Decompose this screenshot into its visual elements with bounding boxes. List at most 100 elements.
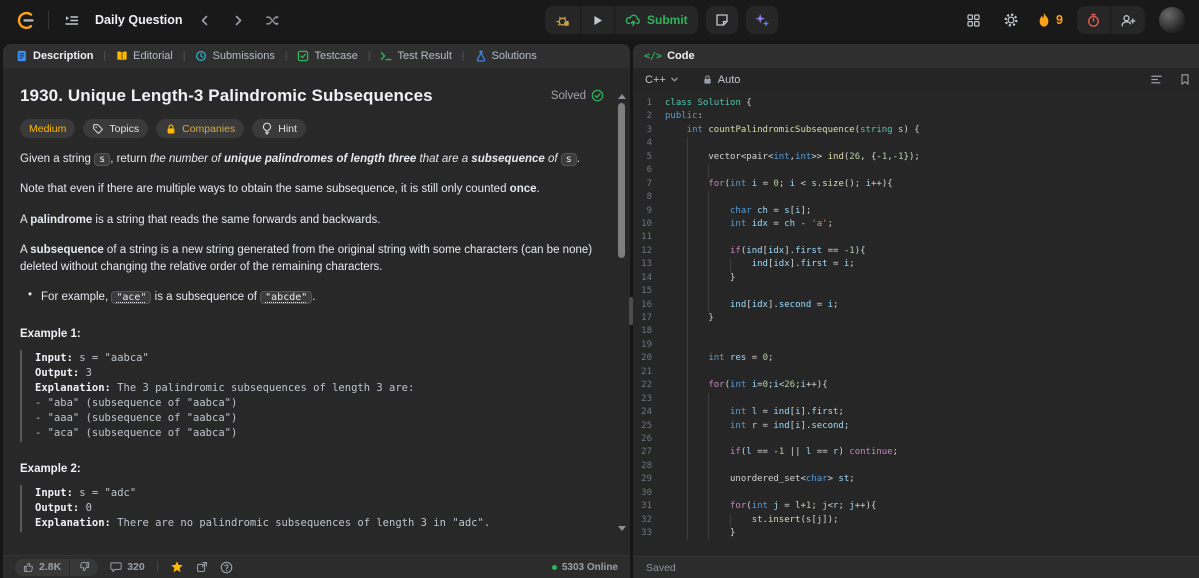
streak-count: 9 <box>1056 13 1063 27</box>
code-line[interactable]: 8 <box>633 191 1199 204</box>
code-line[interactable]: 24 int l = ind[i].first; <box>633 406 1199 419</box>
line-number: 14 <box>641 272 652 283</box>
code-line[interactable]: 22 for(int i=0;i<26;i++){ <box>633 379 1199 392</box>
description-scrollbar[interactable] <box>617 94 627 531</box>
bookmark-icon[interactable] <box>1173 68 1197 92</box>
tab-test-result[interactable]: Test Result <box>377 50 454 62</box>
invite-user-button[interactable] <box>1111 6 1145 34</box>
example-label: Example 2: <box>20 462 81 475</box>
ai-sparkles-button[interactable] <box>745 6 778 34</box>
next-question-button[interactable] <box>227 8 251 32</box>
run-button[interactable] <box>581 6 615 34</box>
debug-button[interactable] <box>545 6 581 34</box>
example-block: Input: s = "aabca" Output: 3 Explanation: … <box>20 349 604 442</box>
code-header-label: Code <box>667 50 695 62</box>
panel-resize-handle[interactable] <box>629 297 633 325</box>
code-line[interactable]: 23 <box>633 393 1199 406</box>
code-line[interactable]: 4 <box>633 137 1199 150</box>
line-number: 6 <box>646 165 652 176</box>
topics-badge[interactable]: Topics <box>83 119 149 138</box>
code-line[interactable]: 21 <box>633 366 1199 379</box>
code-line[interactable]: 1 class Solution { <box>633 97 1199 110</box>
help-button[interactable] <box>220 561 233 574</box>
code-line[interactable]: 14 } <box>633 272 1199 285</box>
line-number: 21 <box>641 366 652 377</box>
code-line[interactable]: 32 st.insert(s[j]); <box>633 514 1199 527</box>
scrollbar-thumb[interactable] <box>618 103 625 258</box>
shuffle-icon[interactable] <box>261 8 285 32</box>
submit-button[interactable]: Submit <box>615 6 698 34</box>
code-line[interactable]: 17 } <box>633 312 1199 325</box>
code-line[interactable]: 11 <box>633 231 1199 244</box>
prev-question-button[interactable] <box>193 8 217 32</box>
auto-toggle[interactable]: Auto <box>702 74 740 86</box>
leetcode-logo[interactable] <box>14 8 38 32</box>
description-paragraph: A subsequence of a string is a new strin… <box>20 243 593 273</box>
code-line[interactable]: 33 } <box>633 527 1199 540</box>
comments-button[interactable]: 320 <box>110 561 145 573</box>
layout-grid-icon[interactable] <box>961 8 985 32</box>
code-line[interactable]: 5 vector<pair<int,int>> ind(26, {-1,-1})… <box>633 151 1199 164</box>
divider <box>48 11 49 29</box>
code-line[interactable]: 2 public: <box>633 110 1199 123</box>
line-number: 31 <box>641 501 652 512</box>
tab-description[interactable]: Description <box>13 50 97 62</box>
tab-label: Test Result <box>397 50 452 62</box>
code-line[interactable]: 12 if(ind[idx].first == -1){ <box>633 245 1199 258</box>
code-editor[interactable]: 1 class Solution {2 public: 3 int countPali… <box>633 91 1199 556</box>
code-line[interactable]: 27 if(l == -1 || l == r) continue; <box>633 446 1199 459</box>
code-line[interactable]: 3 int countPalindromicSubsequence(string… <box>633 124 1199 137</box>
daily-streak[interactable]: 9 <box>1037 12 1063 28</box>
code-line[interactable]: 18 <box>633 325 1199 338</box>
hint-badge[interactable]: Hint <box>252 119 306 138</box>
scroll-down-arrow[interactable] <box>618 526 626 531</box>
code-line[interactable]: 13 ind[idx].first = i; <box>633 258 1199 271</box>
tab-solutions[interactable]: Solutions <box>472 50 540 62</box>
code-line[interactable]: 9 char ch = s[i]; <box>633 205 1199 218</box>
lightbulb-icon <box>263 122 272 135</box>
format-code-icon[interactable] <box>1144 68 1168 92</box>
tab-editorial[interactable]: Editorial <box>113 50 176 62</box>
tab-label: Description <box>33 50 94 62</box>
solved-label: Solved <box>550 89 586 102</box>
line-number: 18 <box>641 326 652 337</box>
tab-label: Submissions <box>212 50 275 62</box>
notes-button[interactable] <box>705 6 738 34</box>
scroll-up-arrow[interactable] <box>618 94 626 99</box>
settings-gear-icon[interactable] <box>999 8 1023 32</box>
line-number: 7 <box>646 178 652 189</box>
code-line[interactable]: 6 <box>633 164 1199 177</box>
history-icon <box>195 50 207 62</box>
language-selector[interactable]: C++ <box>645 74 679 86</box>
code-line[interactable]: 20 int res = 0; <box>633 352 1199 365</box>
code-line[interactable]: 15 <box>633 285 1199 298</box>
share-button[interactable] <box>196 561 208 573</box>
dislike-button[interactable] <box>70 559 98 576</box>
code-panel-header[interactable]: </> Code <box>633 44 1199 68</box>
code-line[interactable]: 30 <box>633 487 1199 500</box>
line-number: 11 <box>641 232 652 243</box>
favorite-button[interactable] <box>170 560 184 574</box>
comment-count: 320 <box>127 561 145 573</box>
code-line[interactable]: 19 <box>633 339 1199 352</box>
tab-submissions[interactable]: Submissions <box>192 50 277 62</box>
code-line[interactable]: 7 for(int i = 0; i < s.size(); i++){ <box>633 178 1199 191</box>
like-button[interactable]: 2.8K <box>15 558 71 576</box>
companies-badge[interactable]: Companies <box>156 119 245 138</box>
nav-label[interactable]: Daily Question <box>95 13 183 27</box>
code-line[interactable]: 31 for(int j = l+1; j<r; j++){ <box>633 500 1199 513</box>
top-navigation-bar: Daily Question Submit 9 <box>0 0 1199 40</box>
code-line[interactable]: 29 unordered_set<char> st; <box>633 473 1199 486</box>
code-line[interactable]: 16 ind[idx].second = i; <box>633 299 1199 312</box>
code-line[interactable]: 26 <box>633 433 1199 446</box>
code-line[interactable]: 10 int idx = ch - 'a'; <box>633 218 1199 231</box>
timer-button[interactable] <box>1077 6 1111 34</box>
avatar[interactable] <box>1159 7 1185 33</box>
tab-testcase[interactable]: Testcase <box>294 50 360 62</box>
line-number: 4 <box>646 138 652 149</box>
problem-list-icon[interactable] <box>59 8 83 32</box>
code-line[interactable]: 25 int r = ind[i].second; <box>633 420 1199 433</box>
difficulty-badge[interactable]: Medium <box>20 119 76 138</box>
code-line[interactable]: 28 <box>633 460 1199 473</box>
online-status: 5303 Online <box>551 562 618 573</box>
